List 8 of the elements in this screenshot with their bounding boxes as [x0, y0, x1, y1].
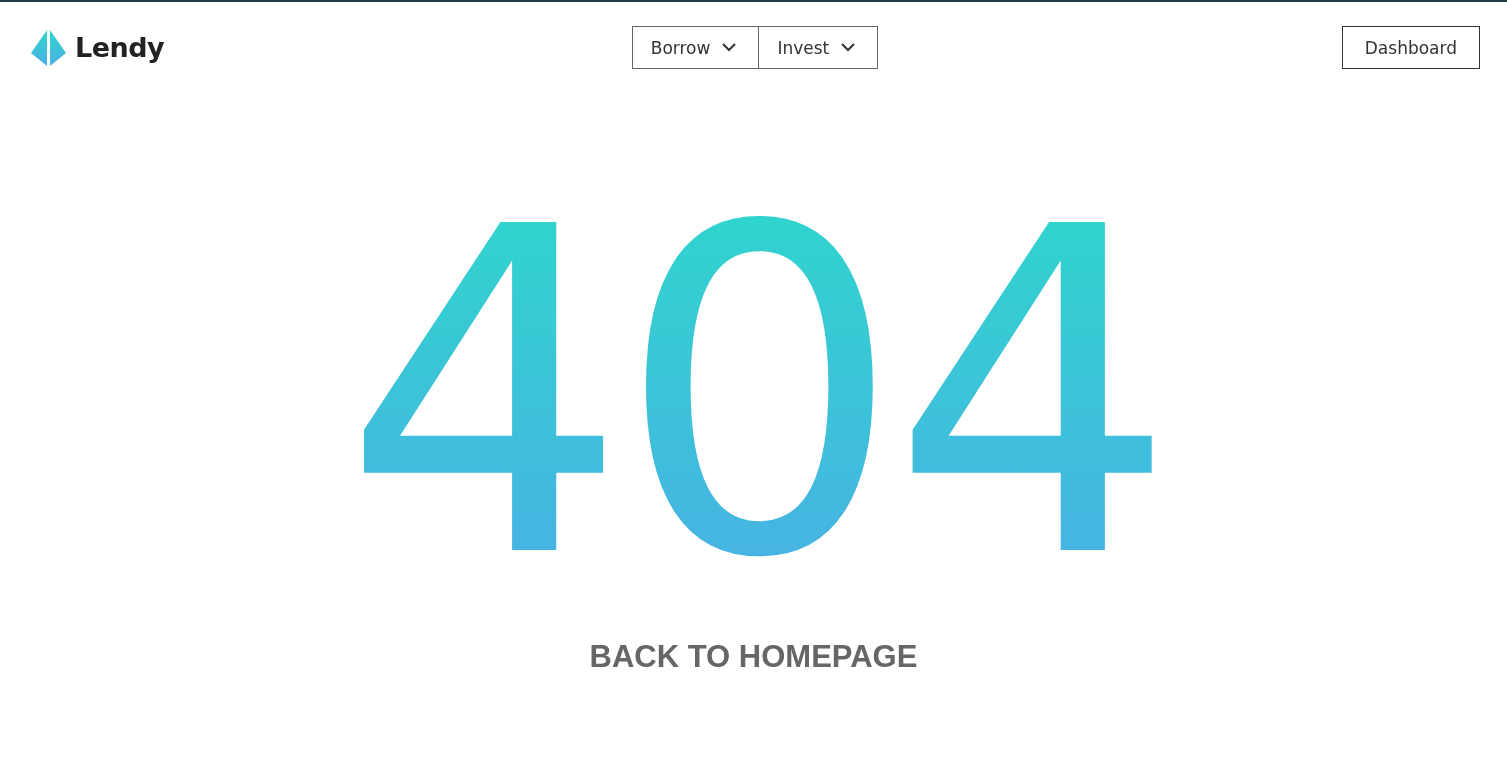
nav-dropdown[interactable]: Invest [759, 26, 879, 69]
logo-icon [30, 28, 68, 67]
dashboard-button[interactable]: Dashboard [1341, 26, 1480, 69]
nav-dropdown[interactable]: Borrow [631, 26, 760, 69]
chevron-down-icon [722, 43, 737, 52]
back-to-homepage-link[interactable]: BACK TO HOMEPAGE [589, 639, 918, 675]
logo-text[interactable]: Lendy [75, 32, 165, 63]
chevron-down-icon [841, 43, 856, 52]
